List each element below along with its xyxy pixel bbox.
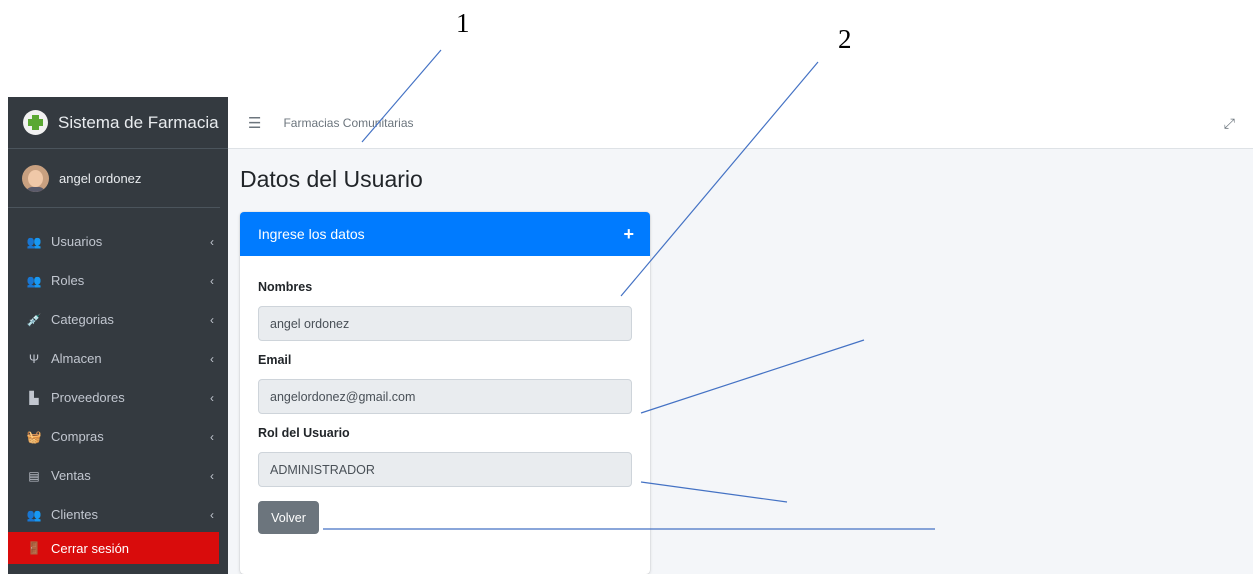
chevron-left-icon: ‹	[210, 351, 214, 366]
chevron-left-icon: ‹	[210, 390, 214, 405]
sidebar-item-label: Almacen	[51, 351, 102, 366]
sidebar-item-label: Clientes	[51, 507, 98, 522]
card-body: Nombres Email Rol del Usuario Volver	[240, 256, 650, 546]
logout-label: Cerrar sesión	[51, 540, 130, 556]
sidebar-item-roles[interactable]: 👥 Roles ‹	[8, 261, 228, 300]
sidebar-item-label: Proveedores	[51, 390, 125, 405]
card-header: Ingrese los datos +	[240, 212, 650, 256]
sidebar: Sistema de Farmacia angel ordonez 👥 Usua…	[8, 97, 228, 574]
chevron-left-icon: ‹	[210, 468, 214, 483]
fullscreen-icon[interactable]: ⤢	[1224, 115, 1235, 132]
nombres-field[interactable]	[258, 306, 632, 341]
chevron-left-icon: ‹	[210, 507, 214, 522]
sidebar-item-ventas[interactable]: ▤ Ventas ‹	[8, 456, 228, 495]
callout-1: 1	[456, 8, 470, 38]
chevron-left-icon: ‹	[210, 429, 214, 444]
user-panel[interactable]: angel ordonez	[8, 149, 220, 208]
email-label: Email	[258, 353, 292, 367]
sidebar-item-categorias[interactable]: 💉 Categorias ‹	[8, 300, 228, 339]
sidebar-item-label: Ventas	[51, 468, 91, 483]
sidebar-item-proveedores[interactable]: ▙ Proveedores ‹	[8, 378, 228, 417]
brand-title: Sistema de Farmacia	[58, 112, 219, 132]
sidebar-item-compras[interactable]: 🧺 Compras ‹	[8, 417, 228, 456]
stethoscope-icon: Ψ	[28, 351, 40, 366]
shopping-basket-icon: 🧺	[26, 429, 42, 444]
syringe-icon: 💉	[26, 312, 42, 327]
sidebar-item-usuarios[interactable]: 👥 Usuarios ‹	[8, 222, 228, 261]
topbar-home-link[interactable]: Farmacias Comunitarias	[283, 116, 413, 130]
topbar: ☰ Farmacias Comunitarias ⤢	[228, 97, 1253, 149]
user-name: angel ordonez	[59, 170, 142, 186]
avatar	[22, 164, 49, 192]
sidebar-item-label: Roles	[51, 273, 85, 288]
users-icon: 👥	[26, 507, 42, 522]
rol-field[interactable]	[258, 452, 632, 487]
user-cog-icon: 👥	[26, 273, 42, 288]
chevron-left-icon: ‹	[210, 234, 214, 249]
brand[interactable]: Sistema de Farmacia	[8, 97, 228, 149]
door-exit-icon: 🚪	[26, 541, 42, 555]
sidebar-item-clientes[interactable]: 👥 Clientes ‹	[8, 495, 228, 534]
expand-plus-icon[interactable]: +	[623, 224, 634, 245]
nombres-label: Nombres	[258, 280, 313, 294]
callout-2: 2	[838, 24, 852, 54]
sidebar-item-label: Compras	[51, 429, 104, 444]
industry-icon: ▙	[29, 390, 39, 405]
email-field[interactable]	[258, 379, 632, 414]
page-title: Datos del Usuario	[240, 166, 423, 192]
sidebar-item-label: Usuarios	[51, 234, 103, 249]
user-data-card: Ingrese los datos + Nombres Email Rol de…	[240, 212, 650, 574]
app-window: Sistema de Farmacia angel ordonez 👥 Usua…	[8, 97, 1253, 574]
hamburger-menu-icon[interactable]: ☰	[248, 114, 261, 132]
volver-button[interactable]: Volver	[258, 501, 319, 534]
sidebar-item-label: Categorias	[51, 312, 114, 327]
sidebar-item-almacen[interactable]: Ψ Almacen ‹	[8, 339, 228, 378]
users-icon: 👥	[26, 234, 42, 249]
card-title: Ingrese los datos	[258, 226, 365, 242]
chevron-left-icon: ‹	[210, 312, 214, 327]
cash-register-icon: ▤	[28, 468, 40, 483]
pharmacy-logo-icon	[23, 110, 48, 135]
chevron-left-icon: ‹	[210, 273, 214, 288]
main-content: Datos del Usuario Ingrese los datos + No…	[228, 149, 1253, 574]
sidebar-nav: 👥 Usuarios ‹ 👥 Roles ‹ 💉 Categorias ‹ Ψ …	[8, 208, 228, 534]
logout-button[interactable]: 🚪 Cerrar sesión	[8, 532, 219, 564]
rol-label: Rol del Usuario	[258, 426, 350, 440]
